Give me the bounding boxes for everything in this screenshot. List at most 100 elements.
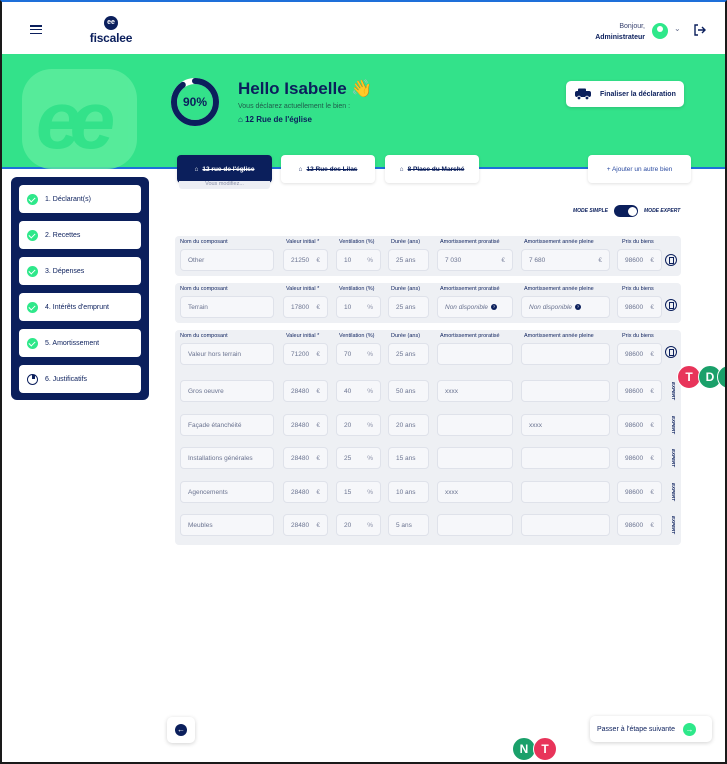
trash-icon[interactable] xyxy=(665,346,677,358)
prorated-field[interactable] xyxy=(437,414,513,436)
initial-value: 28480 xyxy=(291,488,310,496)
expert-badge[interactable]: EXPERT xyxy=(668,481,676,503)
step-interets[interactable]: 4. Intérêts d'emprunt xyxy=(19,293,141,321)
euro-unit: € xyxy=(316,256,320,264)
initial-value-field[interactable]: 21250 € xyxy=(283,249,328,271)
expert-badge[interactable]: EXPERT xyxy=(668,414,676,436)
expert-badge[interactable]: EXPERT xyxy=(668,380,676,402)
trash-icon[interactable] xyxy=(665,254,677,266)
step-amortissement[interactable]: 5. Amortissement xyxy=(19,329,141,357)
declaring-text: Vous déclarez actuellement le bien : xyxy=(238,103,351,110)
prorated-field[interactable]: Non disponible? xyxy=(437,296,513,318)
hello-heading: Hello Isabelle 👋 xyxy=(238,79,373,99)
price-field[interactable]: 98600 € xyxy=(617,296,662,318)
full-year-field[interactable] xyxy=(521,481,610,503)
previous-step-button[interactable]: ← xyxy=(167,717,195,743)
duration-field[interactable]: 25 ans xyxy=(388,343,429,365)
ventilation-field[interactable]: 15% xyxy=(336,481,381,503)
full-year-field[interactable]: Non disponible? xyxy=(521,296,610,318)
next-step-button[interactable]: Passer à l'étape suivante → xyxy=(590,716,712,742)
property-tab-3[interactable]: ⌂ 8 Place du Marché xyxy=(385,155,479,183)
initial-value-field[interactable]: 28480 € xyxy=(283,447,328,469)
mode-toggle[interactable] xyxy=(614,205,639,217)
trash-icon[interactable] xyxy=(665,299,677,311)
logout-icon[interactable] xyxy=(692,22,708,38)
ventilation-field[interactable]: 70% xyxy=(336,343,381,365)
prorated-field[interactable] xyxy=(437,343,513,365)
prorated-field[interactable] xyxy=(437,447,513,469)
initial-value-field[interactable]: 28480 € xyxy=(283,414,328,436)
top-bar: ee fiscalee Bonjour, Administrateur ⌄ xyxy=(2,2,725,54)
add-property-button[interactable]: + Ajouter un autre bien xyxy=(588,155,691,183)
duration-field[interactable]: 25 ans xyxy=(388,296,429,318)
component-name-field[interactable]: Terrain xyxy=(180,296,274,318)
price-field[interactable]: 98600 € xyxy=(617,343,662,365)
step-depenses[interactable]: 3. Dépenses xyxy=(19,257,141,285)
chevron-down-icon[interactable]: ⌄ xyxy=(674,24,681,33)
prorated-field[interactable]: xxxx xyxy=(437,380,513,402)
initial-value-field[interactable]: 71200 € xyxy=(283,343,328,365)
ventilation-field[interactable]: 10% xyxy=(336,296,381,318)
full-year-field[interactable] xyxy=(521,447,610,469)
home-icon: ⌂ xyxy=(194,165,199,173)
property-tab-2[interactable]: ⌂ 12 Rue des Lilas xyxy=(281,155,375,183)
step-recettes[interactable]: 2. Recettes xyxy=(19,221,141,249)
logo[interactable]: ee fiscalee xyxy=(88,16,134,45)
full-year-field[interactable] xyxy=(521,514,610,536)
duration-field[interactable]: 50 ans xyxy=(388,380,429,402)
price-field[interactable]: 98600 € xyxy=(617,481,662,503)
full-year-field[interactable]: 7 680 € xyxy=(521,249,610,271)
price-field[interactable]: 98600 € xyxy=(617,447,662,469)
finalize-button[interactable]: Finaliser la déclaration xyxy=(566,81,684,107)
full-year-value: Non disponible xyxy=(529,303,573,311)
duration-field[interactable]: 20 ans xyxy=(388,414,429,436)
ventilation-field[interactable]: 20% xyxy=(336,414,381,436)
hello-text: Hello Isabelle xyxy=(238,79,347,98)
sub-name-field[interactable]: Façade étanchéité xyxy=(180,414,274,436)
step-justificatifs[interactable]: 6. Justificatifs xyxy=(19,365,141,393)
prorated-field[interactable]: xxxx xyxy=(437,481,513,503)
price-field[interactable]: 98600 € xyxy=(617,380,662,402)
duration-field[interactable]: 15 ans xyxy=(388,447,429,469)
expert-badge[interactable]: EXPERT xyxy=(668,447,676,469)
collaborator-avatar[interactable]: T xyxy=(533,737,557,761)
help-icon[interactable]: ? xyxy=(575,304,582,310)
duration-value: 10 ans xyxy=(396,488,416,496)
step-declarants[interactable]: 1. Déclarant(s) xyxy=(19,185,141,213)
ventilation-field[interactable]: 40% xyxy=(336,380,381,402)
sub-name-field[interactable]: Agencements xyxy=(180,481,274,503)
component-name-field[interactable]: Other xyxy=(180,249,274,271)
user-avatar-icon[interactable] xyxy=(652,23,668,39)
full-year-field[interactable]: xxxx xyxy=(521,414,610,436)
price-field[interactable]: 98600 € xyxy=(617,514,662,536)
ventilation-field[interactable]: 20% xyxy=(336,514,381,536)
initial-value-field[interactable]: 28480 € xyxy=(283,380,328,402)
full-year-field[interactable] xyxy=(521,343,610,365)
ventilation-field[interactable]: 10% xyxy=(336,249,381,271)
ventilation-field[interactable]: 25% xyxy=(336,447,381,469)
ventilation-value: 20 xyxy=(344,421,352,429)
sub-name-field[interactable]: Meubles xyxy=(180,514,274,536)
initial-value-field[interactable]: 28480 € xyxy=(283,481,328,503)
sub-name-field[interactable]: Installations générales xyxy=(180,447,274,469)
euro-unit: € xyxy=(650,421,654,429)
initial-value-field[interactable]: 17800 € xyxy=(283,296,328,318)
full-year-field[interactable] xyxy=(521,380,610,402)
help-icon[interactable]: ? xyxy=(491,304,498,310)
price-field[interactable]: 98600 € xyxy=(617,414,662,436)
column-header: Amortissement année pleine xyxy=(524,286,594,292)
prorated-field[interactable] xyxy=(437,514,513,536)
menu-icon[interactable] xyxy=(30,25,42,34)
sub-name-field[interactable]: Gros oeuvre xyxy=(180,380,274,402)
initial-value: 71200 xyxy=(291,350,310,358)
initial-value-field[interactable]: 28480 € xyxy=(283,514,328,536)
property-tab-1[interactable]: ⌂ 12 rue de l'église xyxy=(177,155,272,183)
price-field[interactable]: 98600 € xyxy=(617,249,662,271)
duration-field[interactable]: 25 ans xyxy=(388,249,429,271)
duration-field[interactable]: 10 ans xyxy=(388,481,429,503)
expert-badge[interactable]: EXPERT xyxy=(668,514,676,536)
prorated-field[interactable]: 7 030 € xyxy=(437,249,513,271)
component-name-field[interactable]: Valeur hors terrain xyxy=(180,343,274,365)
duration-field[interactable]: 5 ans xyxy=(388,514,429,536)
home-icon: ⌂ xyxy=(238,115,243,124)
